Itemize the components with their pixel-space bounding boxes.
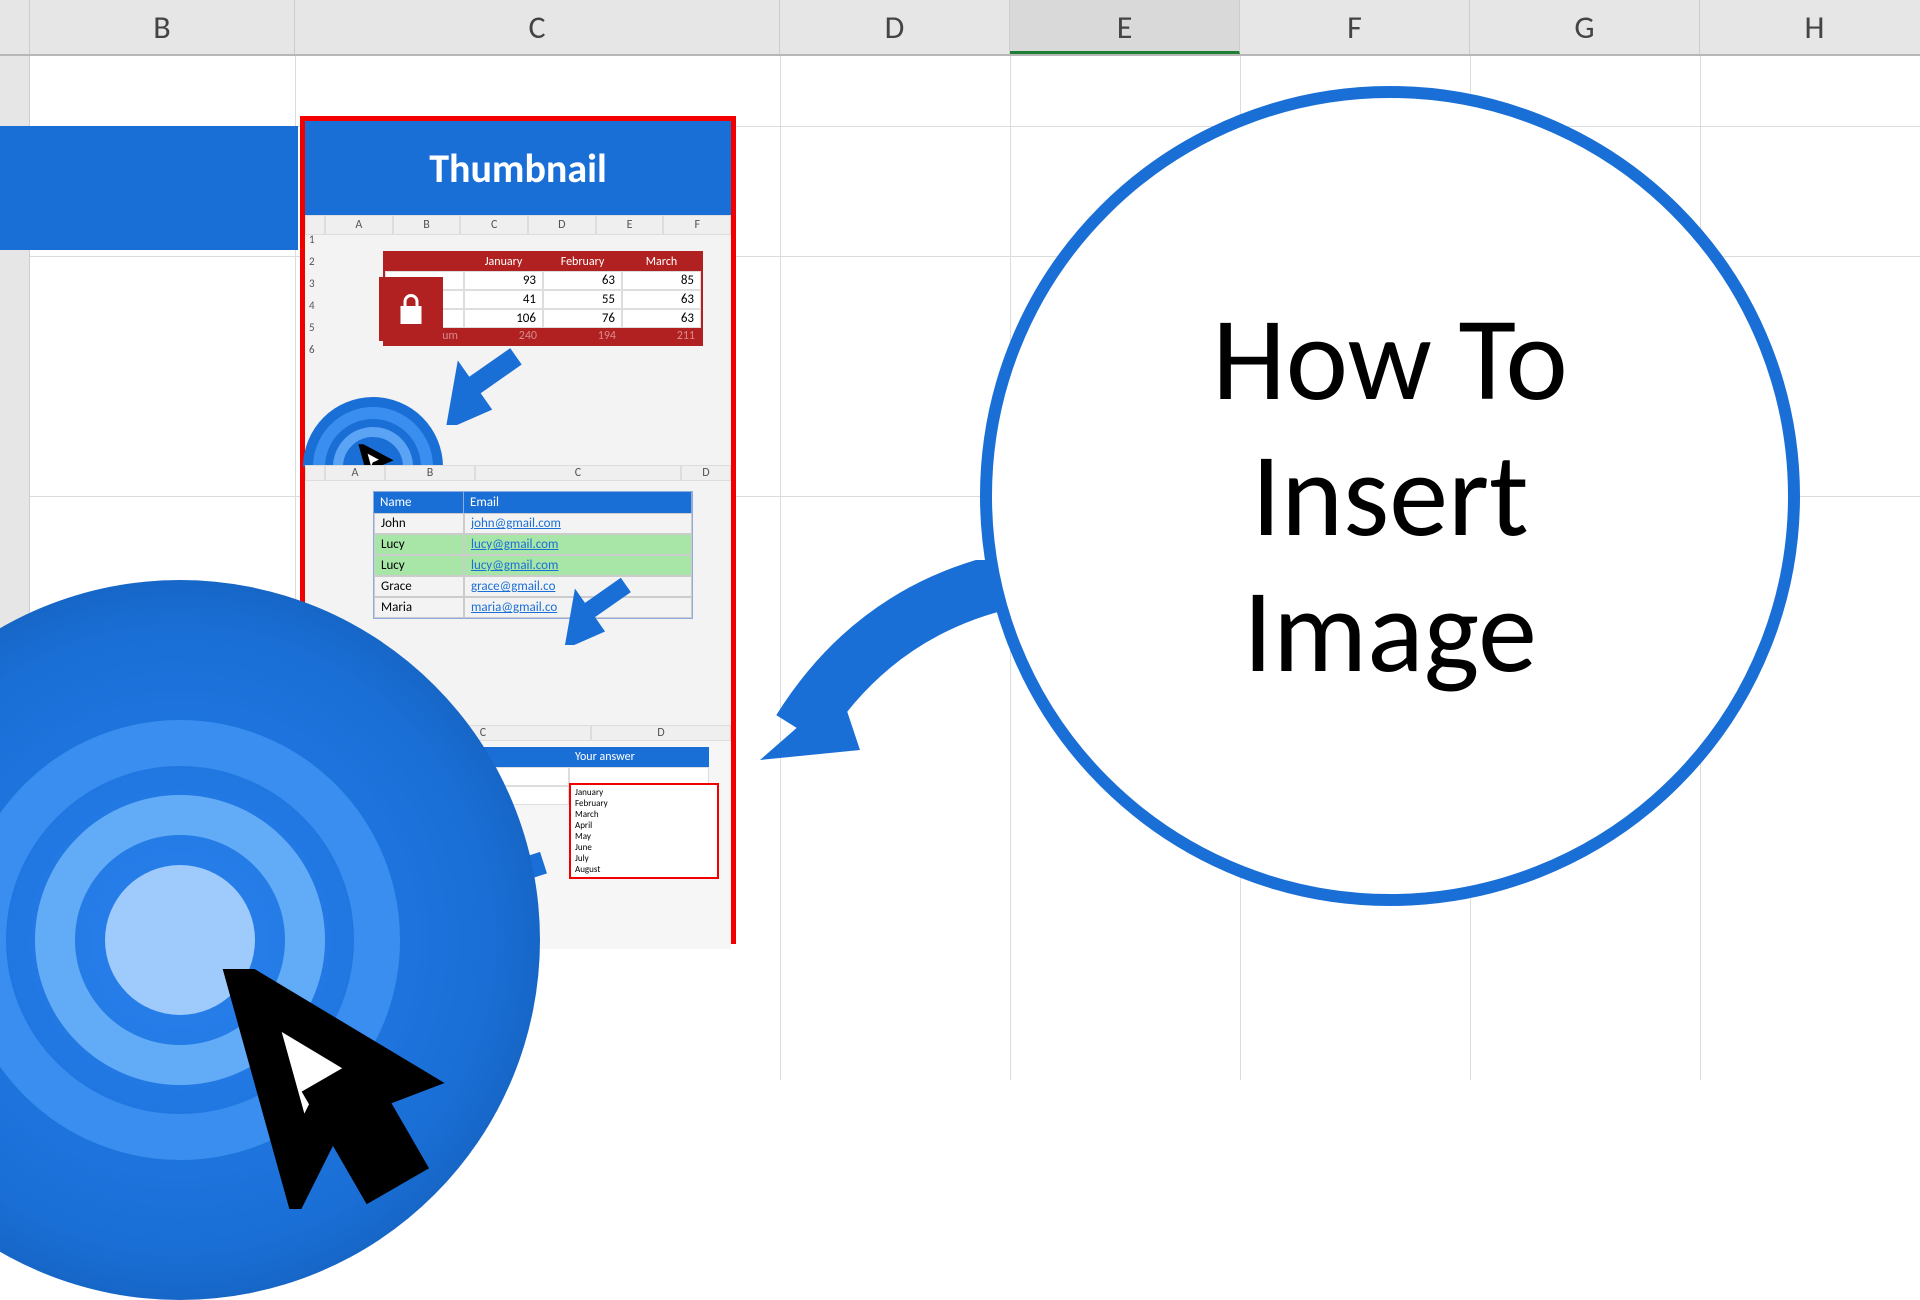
callout-line-3: Image <box>1243 564 1537 700</box>
thumbnail-panel-1: AB CD EF 12 34 56 January February March… <box>305 215 731 465</box>
lock-icon <box>379 277 443 341</box>
select-all-corner[interactable] <box>0 0 30 54</box>
callout-bubble: How To Insert Image <box>980 86 1800 906</box>
col-header-C[interactable]: C <box>295 0 780 54</box>
col-header-F[interactable]: F <box>1240 0 1470 54</box>
col-header-B[interactable]: B <box>30 0 295 54</box>
merged-cell-blue <box>0 126 298 250</box>
col-header-E[interactable]: E <box>1010 0 1240 54</box>
col-header-D[interactable]: D <box>780 0 1010 54</box>
col-header-H[interactable]: H <box>1700 0 1920 54</box>
dropdown-list: JanuaryFebruary MarchApril MayJune JulyA… <box>569 783 719 879</box>
callout-line-2: Insert <box>1251 428 1528 564</box>
cursor-icon <box>209 969 449 1209</box>
column-header-row: B C D E F G H <box>0 0 1920 56</box>
col-header-G[interactable]: G <box>1470 0 1700 54</box>
pointer-arrow-icon <box>545 575 635 645</box>
click-logo-badge <box>303 397 443 467</box>
thumbnail-title: Thumbnail <box>305 121 731 215</box>
pointer-arrow-icon <box>425 345 525 425</box>
callout-line-1: How To <box>1212 292 1568 428</box>
